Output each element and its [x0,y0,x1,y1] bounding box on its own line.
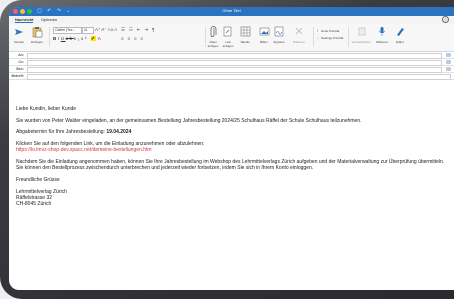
tab-nachricht[interactable]: Nachricht [15,17,34,23]
list-icons[interactable]: ☰ ☷ ⇤ ⇥ ¶ [121,27,156,33]
align-icons[interactable]: ≡ ≡ ≡ ≡ [121,36,144,41]
message-body[interactable]: Liebe Kundin, lieber Kunde Sie wurden vo… [16,106,446,213]
checker-icon[interactable] [294,26,304,37]
paste-icon[interactable] [32,26,43,38]
low-priority-button[interactable]: Niedrige Priorität [321,36,343,40]
to-label: An: [18,52,24,57]
cc-contacts-button[interactable] [446,59,451,64]
table-button[interactable]: Tabelle [237,40,253,44]
laptop-frame: ▢ ↶ ↷ ⌄ Ohne Titel Nachricht Optionen ? … [0,0,454,299]
deadline-line: Abgabetermin für Ihre Jahresbestellung: … [16,129,446,135]
send-button[interactable]: Senden [11,40,27,44]
link-instruction: Klicken Sie auf den folgenden Link, um d… [16,141,205,148]
tab-optionen[interactable]: Optionen [41,17,57,22]
image-icon[interactable] [259,26,270,37]
font-grow-shrink-icons[interactable]: A⁺ A⁻ Aa A [95,27,117,33]
help-icon[interactable]: ? [442,16,449,23]
cc-label: Cc: [18,59,24,64]
deadline-value: 19.04.2024 [106,129,132,136]
link-attach-icon[interactable] [223,26,233,38]
bcc-row: Bcc: [9,66,454,73]
highlight-color-icons[interactable]: ✐ A [91,36,102,42]
signature-icon[interactable] [274,26,284,37]
images-button[interactable]: Bilder [256,40,272,44]
subject-field[interactable] [27,74,451,80]
signature-line-2: Räffelstrasse 32 [16,194,53,201]
to-contacts-button[interactable] [446,52,451,57]
send-icon[interactable] [14,27,24,37]
separator [49,27,50,47]
separator [348,27,349,47]
attach-file-button[interactable]: Datei anfügen [205,40,221,48]
invitation-link[interactable]: https://lo.lmvz-shop-dev.spacc.net/demei… [16,147,152,153]
sensitivity-button[interactable]: Vertraulichkeit [350,40,372,44]
voice-dictate-button[interactable]: Diktieren [373,40,391,44]
instructions-paragraph: Nachdem Sie die Einladung angenommen hab… [16,159,445,172]
high-priority-icon[interactable]: ! [317,29,318,33]
text-format-icons[interactable]: BIUabx₂x² [53,36,88,41]
editor-pen-icon[interactable] [395,26,405,37]
bcc-contacts-button[interactable] [446,66,451,71]
sensitivity-icon[interactable] [357,26,367,37]
signature-button[interactable]: Signatur [271,40,287,44]
table-icon[interactable] [240,26,251,37]
paperclip-icon[interactable] [209,26,217,38]
deadline-label: Abgabetermin für Ihre Jahresbestellung: [16,129,107,136]
invitation-paragraph: Sie wurden von Peter Walder eingeladen, … [16,117,362,124]
signature-block: Lehrmittelverlag Zürich Räffelstrasse 32… [16,189,446,208]
font-name-select[interactable]: Calibri (Tex... [53,27,82,34]
subject-row: Betreff: [9,73,454,80]
microphone-icon[interactable] [377,26,387,37]
ribbon-tabs: Nachricht Optionen ? [9,16,454,24]
signature-line-1: Lehrmittelverlag Zürich [16,188,67,195]
subject-label: Betreff: [11,73,24,78]
editor-button[interactable]: Editor [391,40,409,44]
ribbon-toolbar: Senden Einfügen Calibri (Tex... 11 A⁺ A⁻… [9,24,454,52]
to-field[interactable] [27,53,442,59]
link-paragraph: Klicken Sie auf den folgenden Link, um d… [16,141,446,153]
window-title: Ohne Titel [222,8,241,13]
cc-field[interactable] [27,60,442,66]
greeting: Liebe Kundin, lieber Kunde [16,106,77,112]
to-row: An: [9,52,454,59]
signature-line-3: CH-8045 Zürich [16,201,52,208]
bcc-label: Bcc: [16,66,24,71]
attach-link-button[interactable]: Link anfügen [220,40,236,48]
paste-button[interactable]: Einfügen [29,40,45,44]
cc-row: Cc: [9,59,454,66]
font-size-select[interactable]: 11 [82,27,94,34]
title-bar: ▢ ↶ ↷ ⌄ Ohne Titel [9,7,454,16]
high-priority-button[interactable]: Hohe Priorität [321,29,339,33]
closing: Freundliche Grüsse [16,176,60,183]
dictate-button[interactable]: Diktieren [289,40,309,44]
outlook-compose-window: ▢ ↶ ↷ ⌄ Ohne Titel Nachricht Optionen ? … [9,7,454,290]
bcc-field[interactable] [27,67,442,73]
separator [313,27,314,47]
low-priority-icon[interactable]: ↓ [317,36,319,40]
